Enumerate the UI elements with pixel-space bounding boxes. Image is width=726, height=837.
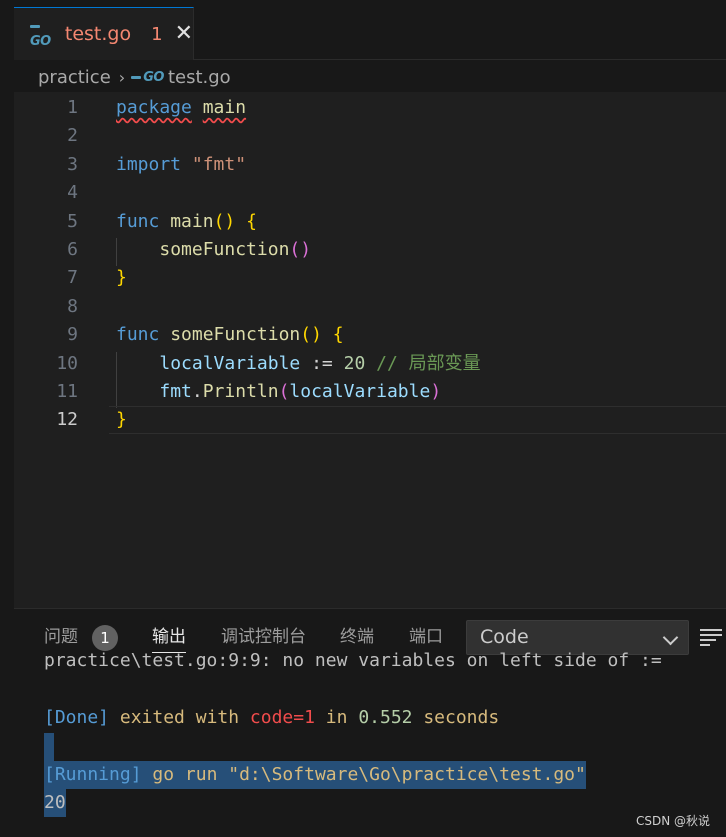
code-token: () bbox=[213, 210, 236, 232]
code-token: func bbox=[116, 210, 160, 232]
code-token: main bbox=[170, 210, 214, 232]
line-number: 2 bbox=[67, 125, 78, 147]
go-file-icon: GO bbox=[131, 70, 164, 85]
breadcrumb-folder[interactable]: practice bbox=[38, 67, 111, 88]
code-token: import bbox=[116, 153, 182, 175]
output-line-running: [Running] go run "d:\Software\Go\practic… bbox=[44, 761, 586, 789]
output-line-result: 20 bbox=[44, 789, 66, 817]
elapsed-time: 0.552 bbox=[358, 707, 413, 728]
code-token: . bbox=[191, 381, 203, 402]
code-line: 1 package main bbox=[14, 94, 726, 122]
done-text: seconds bbox=[412, 707, 500, 728]
code-line: 5 func main() { bbox=[14, 208, 726, 236]
code-text: someFunction() bbox=[116, 236, 311, 264]
code-text: fmt.Println(localVariable) bbox=[116, 378, 441, 406]
code-text: func someFunction() { bbox=[116, 321, 344, 349]
code-editor[interactable]: 1 package main 2 3 import "fmt" 4 5 func main()… bbox=[14, 92, 726, 608]
running-tag: [Running] bbox=[44, 764, 142, 785]
output-line-done: [Done] exited with code=1 in 0.552 secon… bbox=[44, 704, 499, 732]
code-line: 6 someFunction() bbox=[14, 236, 726, 264]
selected-blank-line bbox=[44, 733, 54, 761]
line-number: 4 bbox=[67, 182, 78, 204]
code-token: localVariable bbox=[159, 352, 301, 374]
code-line: 9 func someFunction() { bbox=[14, 321, 726, 349]
code-token: someFunction bbox=[170, 324, 301, 346]
output-channel-value: Code bbox=[480, 626, 529, 648]
code-token: func bbox=[116, 324, 160, 346]
chevron-right-icon: › bbox=[118, 67, 126, 87]
code-text: } bbox=[116, 406, 127, 434]
code-token: main bbox=[202, 97, 247, 118]
code-token: { bbox=[332, 324, 344, 346]
code-token: package bbox=[116, 97, 192, 118]
code-token: } bbox=[116, 409, 127, 431]
code-token: () bbox=[300, 324, 322, 346]
chevron-down-icon bbox=[662, 629, 679, 646]
line-number: 10 bbox=[56, 352, 78, 374]
done-text: exited with bbox=[109, 707, 250, 728]
done-tag: [Done] bbox=[44, 707, 110, 728]
line-number: 12 bbox=[56, 409, 78, 431]
code-token: { bbox=[246, 210, 257, 232]
code-token: localVariable bbox=[289, 381, 431, 402]
code-token: fmt bbox=[159, 381, 192, 402]
code-line: 3 import "fmt" bbox=[14, 151, 726, 179]
code-token: 20 bbox=[343, 352, 366, 374]
code-token: ( bbox=[278, 381, 290, 402]
code-text: } bbox=[116, 264, 127, 292]
code-token: } bbox=[116, 267, 127, 289]
code-line: 4 bbox=[14, 179, 726, 207]
code-line: 2 bbox=[14, 122, 726, 150]
code-token: Println bbox=[202, 381, 279, 402]
code-token: := bbox=[300, 352, 344, 374]
line-number: 7 bbox=[67, 267, 78, 289]
line-number: 6 bbox=[67, 239, 78, 260]
watermark: CSDN @秋说 bbox=[635, 814, 710, 828]
code-line: 7} bbox=[14, 264, 726, 292]
tab-filename: test.go bbox=[64, 23, 132, 45]
tab-problem-count: 1 bbox=[151, 23, 163, 45]
line-number: 1 bbox=[67, 97, 78, 118]
code-line: 8 bbox=[14, 293, 726, 321]
code-text: localVariable := 20 // 局部变量 bbox=[116, 350, 481, 378]
running-command: go run "d:\Software\Go\practice\test.go" bbox=[141, 764, 586, 785]
code-text: import "fmt" bbox=[116, 151, 246, 179]
code-line: 11 fmt.Println(localVariable) bbox=[14, 378, 726, 406]
bottom-panel: 问题 1 输出 调试控制台 终端 端口 Code practice\test.g… bbox=[14, 608, 726, 837]
code-token: ) bbox=[430, 381, 442, 402]
code-text: func main() { bbox=[116, 208, 257, 236]
line-number: 11 bbox=[56, 381, 78, 402]
go-file-icon: GO bbox=[30, 19, 59, 49]
breadcrumb-file[interactable]: test.go bbox=[168, 67, 231, 88]
close-icon[interactable]: ✕ bbox=[175, 23, 193, 45]
code-line: 12} bbox=[14, 406, 726, 434]
code-text: package main bbox=[116, 94, 246, 122]
breadcrumb: practice › GO test.go bbox=[38, 62, 231, 92]
output-line-clipped: practice\test.go:9:9: no new variables o… bbox=[44, 650, 662, 671]
code-token: // 局部变量 bbox=[376, 352, 481, 374]
list-filter-icon[interactable] bbox=[700, 629, 722, 647]
code-token: "fmt" bbox=[191, 153, 247, 175]
line-number: 9 bbox=[67, 324, 78, 346]
line-number: 8 bbox=[67, 295, 78, 317]
code-token: someFunction bbox=[159, 239, 290, 260]
editor-tab-test-go[interactable]: GO test.go 1 ✕ bbox=[14, 7, 194, 60]
code-line: 10 localVariable := 20 // 局部变量 bbox=[14, 350, 726, 378]
exit-code: code=1 bbox=[249, 707, 315, 728]
line-number: 3 bbox=[67, 153, 78, 175]
done-text: in bbox=[314, 707, 359, 728]
line-number: 5 bbox=[67, 210, 78, 232]
code-token: () bbox=[289, 239, 312, 260]
